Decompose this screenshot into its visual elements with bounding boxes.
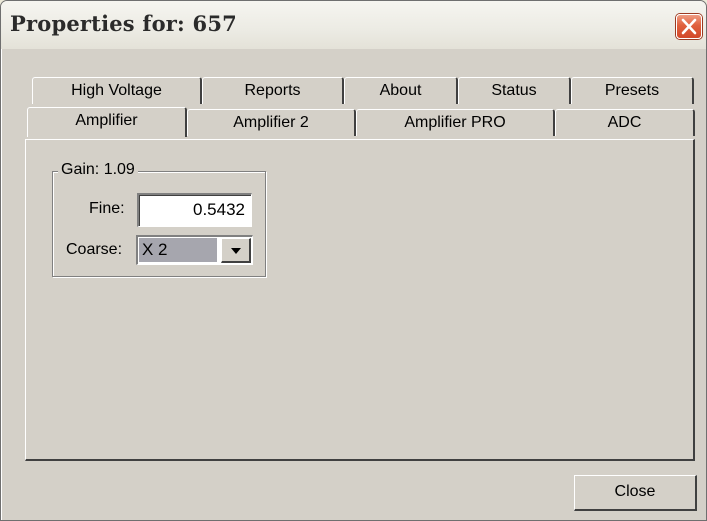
close-window-button[interactable] [676, 14, 702, 39]
chevron-down-icon [231, 248, 241, 254]
coarse-selected-value: X 2 [139, 238, 217, 262]
coarse-label: Coarse: [66, 241, 123, 258]
title-bar[interactable]: Properties for: 657 [1, 1, 706, 50]
tab-about[interactable]: About [344, 77, 458, 104]
close-button[interactable]: Close [574, 475, 697, 511]
tab-status[interactable]: Status [458, 77, 571, 104]
coarse-dropdown-button[interactable] [221, 238, 251, 263]
tab-high-voltage[interactable]: High Voltage [32, 77, 202, 104]
tab-amplifier-pro[interactable]: Amplifier PRO [356, 109, 555, 136]
tab-amplifier[interactable]: Amplifier [27, 107, 187, 137]
window-title: Properties for: 657 [10, 11, 237, 36]
close-icon [681, 18, 697, 35]
fine-input[interactable]: 0.5432 [137, 193, 252, 227]
gain-legend: Gain: 1.09 [58, 161, 138, 179]
tab-adc[interactable]: ADC [555, 109, 695, 136]
fine-label: Fine: [89, 200, 125, 217]
tab-amplifier-2[interactable]: Amplifier 2 [187, 109, 356, 136]
tab-presets[interactable]: Presets [571, 77, 694, 104]
coarse-select[interactable]: X 2 [136, 235, 253, 265]
properties-dialog: Properties for: 657 High Voltage Reports… [0, 0, 707, 521]
tab-reports[interactable]: Reports [202, 77, 344, 104]
